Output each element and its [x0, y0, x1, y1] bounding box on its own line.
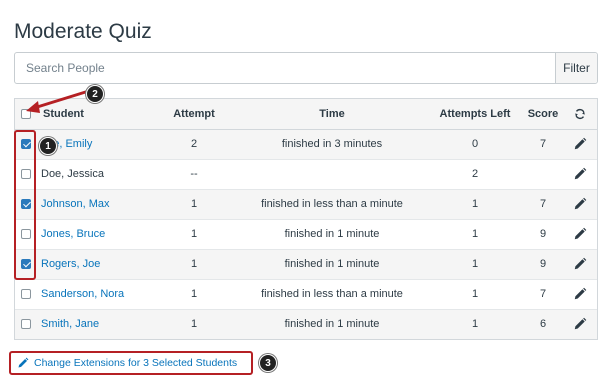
time-value: finished in less than a minute: [237, 278, 427, 309]
attempt-value: 1: [151, 218, 237, 249]
attempts-left-value: 0: [427, 128, 523, 159]
student-name[interactable]: Sanderson, Nora: [37, 278, 151, 309]
select-all-cell: [15, 99, 37, 130]
edit-cell: [563, 248, 597, 279]
student-name[interactable]: Rogers, Joe: [37, 248, 151, 279]
change-extensions-label: Change Extensions for 3 Selected Student…: [34, 357, 238, 369]
row-checkbox[interactable]: [21, 229, 31, 240]
edit-cell: [563, 158, 597, 189]
attempt-value: --: [151, 158, 237, 189]
attempts-left-value: 1: [427, 248, 523, 279]
row-checkbox-cell: [15, 128, 37, 159]
score-value: 7: [523, 128, 563, 159]
time-value: finished in 3 minutes: [237, 128, 427, 159]
pencil-icon: [18, 357, 29, 368]
edit-cell: [563, 218, 597, 249]
student-name[interactable]: Jones, Bruce: [37, 218, 151, 249]
filter-button[interactable]: Filter: [555, 53, 597, 83]
column-header-attempt[interactable]: Attempt: [151, 99, 237, 130]
search-bar: Filter: [14, 52, 598, 84]
table-row: Jones, Bruce 1 finished in 1 minute 1 9: [15, 218, 597, 249]
row-checkbox-cell: [15, 188, 37, 219]
table-header-row: Student Attempt Time Attempts Left Score: [15, 99, 597, 130]
moderate-table: Student Attempt Time Attempts Left Score…: [14, 98, 598, 340]
attempts-left-value: 1: [427, 218, 523, 249]
change-extensions-button[interactable]: Change Extensions for 3 Selected Student…: [9, 351, 253, 375]
attempt-value: 1: [151, 278, 237, 309]
column-header-attempts-left[interactable]: Attempts Left: [427, 99, 523, 130]
edit-cell: [563, 308, 597, 339]
search-input[interactable]: [15, 53, 555, 83]
row-checkbox-cell: [15, 218, 37, 249]
attempts-left-value: 1: [427, 188, 523, 219]
score-value: 9: [523, 218, 563, 249]
column-header-time[interactable]: Time: [237, 99, 427, 130]
table-row: Johnson, Max 1 finished in less than a min…: [15, 188, 597, 219]
table-row: Rogers, Joe 1 finished in 1 minute 1 9: [15, 248, 597, 279]
attempt-value: 2: [151, 128, 237, 159]
row-checkbox[interactable]: [21, 289, 31, 300]
attempt-value: 1: [151, 308, 237, 339]
score-value: 6: [523, 308, 563, 339]
pencil-icon[interactable]: [573, 317, 587, 331]
row-checkbox-cell: [15, 308, 37, 339]
pencil-icon[interactable]: [573, 257, 587, 271]
row-checkbox[interactable]: [21, 319, 31, 330]
row-checkbox-cell: [15, 158, 37, 189]
table-row: one, Emily 2 finished in 3 minutes 0 7: [15, 128, 597, 159]
time-value: [237, 158, 427, 189]
table-row: Sanderson, Nora 1 finished in less than a …: [15, 278, 597, 309]
attempts-left-value: 2: [427, 158, 523, 189]
pencil-icon[interactable]: [573, 227, 587, 241]
edit-cell: [563, 128, 597, 159]
score-value: 9: [523, 248, 563, 279]
score-value: 7: [523, 278, 563, 309]
select-all-checkbox[interactable]: [21, 108, 31, 119]
attempts-left-value: 1: [427, 278, 523, 309]
attempts-left-value: 1: [427, 308, 523, 339]
student-name[interactable]: Smith, Jane: [37, 308, 151, 339]
student-name: Doe, Jessica: [37, 158, 151, 189]
callout-3: 3: [259, 354, 277, 372]
callout-1: 1: [39, 137, 57, 155]
score-value: [523, 158, 563, 189]
time-value: finished in 1 minute: [237, 218, 427, 249]
row-checkbox[interactable]: [21, 199, 31, 210]
row-checkbox[interactable]: [21, 139, 31, 150]
pencil-icon[interactable]: [573, 137, 587, 151]
table-row: Doe, Jessica -- 2: [15, 158, 597, 189]
row-checkbox[interactable]: [21, 259, 31, 270]
callout-2: 2: [86, 85, 104, 103]
time-value: finished in 1 minute: [237, 248, 427, 279]
time-value: finished in 1 minute: [237, 308, 427, 339]
edit-cell: [563, 278, 597, 309]
row-checkbox[interactable]: [21, 169, 31, 180]
refresh-icon[interactable]: [573, 107, 587, 121]
pencil-icon[interactable]: [573, 167, 587, 181]
score-value: 7: [523, 188, 563, 219]
student-name[interactable]: Johnson, Max: [37, 188, 151, 219]
row-checkbox-cell: [15, 248, 37, 279]
page-title: Moderate Quiz: [14, 20, 152, 43]
pencil-icon[interactable]: [573, 197, 587, 211]
attempt-value: 1: [151, 248, 237, 279]
row-checkbox-cell: [15, 278, 37, 309]
time-value: finished in less than a minute: [237, 188, 427, 219]
attempt-value: 1: [151, 188, 237, 219]
pencil-icon[interactable]: [573, 287, 587, 301]
table-row: Smith, Jane 1 finished in 1 minute 1 6: [15, 308, 597, 339]
column-header-student[interactable]: Student: [37, 99, 151, 130]
refresh-cell: [563, 99, 597, 130]
edit-cell: [563, 188, 597, 219]
column-header-score[interactable]: Score: [523, 99, 563, 130]
